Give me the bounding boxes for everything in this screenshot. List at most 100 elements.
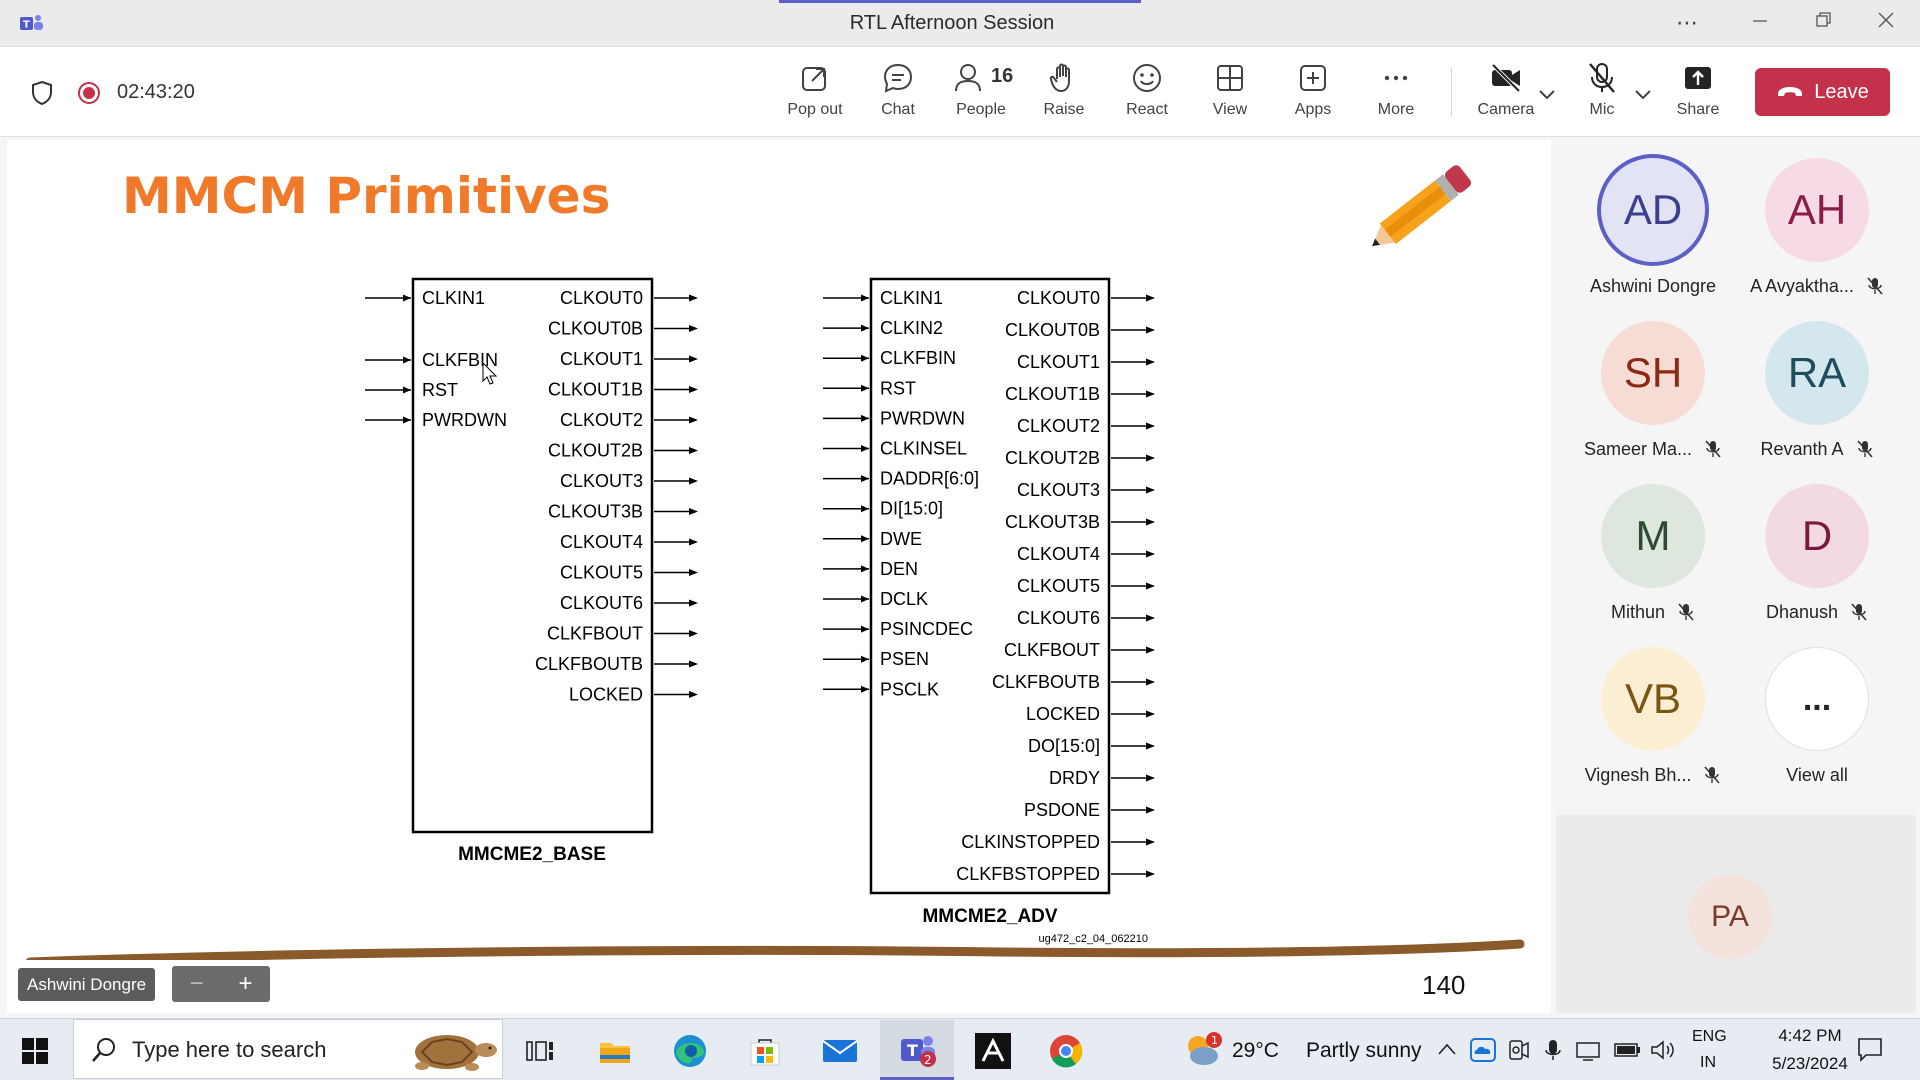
camera-button[interactable]: Camera: [1466, 61, 1546, 119]
share-button[interactable]: Share: [1658, 61, 1738, 119]
mouse-cursor-icon: [482, 361, 498, 391]
participant-tile[interactable]: AH A Avyaktha...: [1750, 158, 1883, 296]
adv-output-arrow: [1146, 646, 1155, 654]
hangup-icon: [1778, 87, 1803, 96]
participant-avatar[interactable]: M: [1601, 484, 1705, 588]
participant-avatar[interactable]: RA: [1765, 321, 1869, 425]
adv-output-label: CLKOUT3B: [1005, 512, 1100, 532]
zoom-in-button[interactable]: +: [238, 970, 252, 998]
adv-input-arrow: [861, 685, 869, 693]
app-a-icon[interactable]: [962, 1026, 1024, 1076]
more-button[interactable]: More: [1356, 61, 1436, 119]
notifications-icon[interactable]: [1857, 1036, 1883, 1067]
participant-tile[interactable]: AD Ashwini Dongre: [1590, 158, 1716, 296]
participant-tile[interactable]: D Dhanush: [1765, 484, 1869, 622]
adv-input-label: RST: [880, 378, 916, 398]
chat-button[interactable]: Chat: [858, 61, 938, 119]
adv-block-name: MMCME2_ADV: [922, 906, 1057, 927]
onedrive-icon[interactable]: [1470, 1038, 1496, 1067]
avatar-pa[interactable]: PA: [1688, 875, 1772, 959]
base-input-arrow: [403, 386, 411, 394]
taskbar-search[interactable]: Type here to search: [73, 1019, 503, 1079]
volume-icon[interactable]: [1650, 1038, 1676, 1067]
participant-tile[interactable]: VB Vignesh Bh...: [1585, 647, 1720, 785]
participant-avatar[interactable]: D: [1765, 484, 1869, 588]
extra-participant-panel: PA: [1556, 815, 1916, 1013]
participant-name: Ashwini Dongre: [1561, 276, 1745, 297]
react-button[interactable]: React: [1107, 61, 1187, 119]
minimize-button[interactable]: [1752, 12, 1768, 33]
mic-button[interactable]: Mic: [1562, 61, 1642, 119]
participant-avatar[interactable]: AD: [1601, 158, 1705, 262]
adv-output-label: CLKOUT3: [1017, 480, 1100, 500]
participant-name: Mithun: [1561, 602, 1745, 623]
adv-output-arrow: [1146, 710, 1155, 718]
participant-name-text: A Avyaktha...: [1750, 276, 1854, 296]
base-output-label: CLKOUT6: [560, 593, 643, 613]
participant-avatar[interactable]: VB: [1601, 647, 1705, 751]
mail-icon[interactable]: [810, 1026, 870, 1076]
adv-output-label: CLKOUT0B: [1005, 320, 1100, 340]
meeting-toolbar: 02:43:20 Pop out Chat 16 People Raise Re…: [0, 47, 1920, 137]
base-input-label: PWRDWN: [422, 410, 507, 430]
more-options-icon[interactable]: ⋯: [1676, 10, 1698, 36]
leave-button[interactable]: Leave: [1755, 68, 1890, 116]
adv-output-label: CLKOUT1: [1017, 352, 1100, 372]
base-output-arrow: [689, 447, 698, 454]
microsoft-store-icon[interactable]: [735, 1026, 795, 1076]
network-icon[interactable]: [1575, 1040, 1603, 1067]
edge-browser-icon[interactable]: [660, 1026, 720, 1076]
mmcme2-adv-block: CLKIN1 CLKIN2 CLKFBIN RST PWRDWN CLKINSEL DADD…: [823, 277, 1155, 895]
camera-options-chevron-icon[interactable]: [1539, 87, 1555, 105]
apps-button[interactable]: Apps: [1273, 61, 1353, 119]
view-button[interactable]: View: [1190, 61, 1270, 119]
adv-input-arrow: [861, 625, 869, 633]
microphone-tray-icon[interactable]: [1545, 1038, 1561, 1067]
windows-start-icon[interactable]: [22, 1038, 48, 1069]
participant-name-text: View all: [1786, 765, 1848, 785]
show-hidden-icons-chevron-icon[interactable]: [1438, 1042, 1456, 1060]
turtle-illustration-icon: [415, 1035, 497, 1071]
camera-off-icon: [1491, 63, 1521, 93]
adv-input-arrow: [861, 324, 869, 332]
language-line2[interactable]: IN: [1700, 1054, 1716, 1072]
language-line1[interactable]: ENG: [1692, 1028, 1727, 1046]
zoom-controls: − +: [172, 966, 270, 1002]
participant-tile[interactable]: RA Revanth A: [1760, 321, 1873, 459]
participant-avatar[interactable]: SH: [1601, 321, 1705, 425]
task-view-icon[interactable]: [510, 1026, 570, 1076]
svg-text:T: T: [907, 1041, 918, 1060]
chrome-icon[interactable]: [1036, 1026, 1096, 1076]
file-explorer-icon[interactable]: [585, 1026, 645, 1076]
view-all-button[interactable]: ...: [1765, 647, 1869, 751]
adv-output-label: CLKOUT2: [1017, 416, 1100, 436]
participant-avatar[interactable]: AH: [1765, 158, 1869, 262]
adv-input-label: PSEN: [880, 649, 929, 669]
popout-button[interactable]: Pop out: [775, 61, 855, 119]
recording-icon: [77, 81, 101, 110]
teams-taskbar-icon[interactable]: T2: [880, 1020, 954, 1080]
participant-tile[interactable]: M Mithun: [1601, 484, 1705, 622]
participant-name: Dhanush: [1725, 602, 1909, 623]
restore-button[interactable]: [1815, 12, 1831, 33]
base-block-name: MMCME2_BASE: [458, 844, 606, 865]
base-input-arrow: [403, 294, 411, 302]
camera-tray-icon[interactable]: [1508, 1038, 1530, 1067]
battery-icon[interactable]: [1614, 1041, 1642, 1064]
mic-options-chevron-icon[interactable]: [1635, 87, 1651, 105]
adv-output-arrow: [1146, 454, 1155, 462]
adv-input-label: PSCLK: [880, 679, 939, 699]
close-button[interactable]: [1878, 12, 1894, 33]
participant-tile[interactable]: SH Sameer Ma...: [1584, 321, 1721, 459]
participant-tile[interactable]: ... View all: [1765, 647, 1869, 785]
weather-badge: 1: [1211, 1034, 1218, 1047]
more-label: More: [1377, 101, 1415, 118]
muted-mic-icon: [1705, 440, 1721, 458]
people-button[interactable]: 16 People: [941, 61, 1021, 119]
adv-input-label: PWRDWN: [880, 408, 965, 428]
zoom-out-button[interactable]: −: [189, 970, 203, 998]
clock-time[interactable]: 4:42 PM: [1760, 1026, 1860, 1046]
adv-output-arrow: [1146, 358, 1155, 366]
clock-date[interactable]: 5/23/2024: [1755, 1054, 1865, 1074]
raise-hand-button[interactable]: Raise: [1024, 61, 1104, 119]
